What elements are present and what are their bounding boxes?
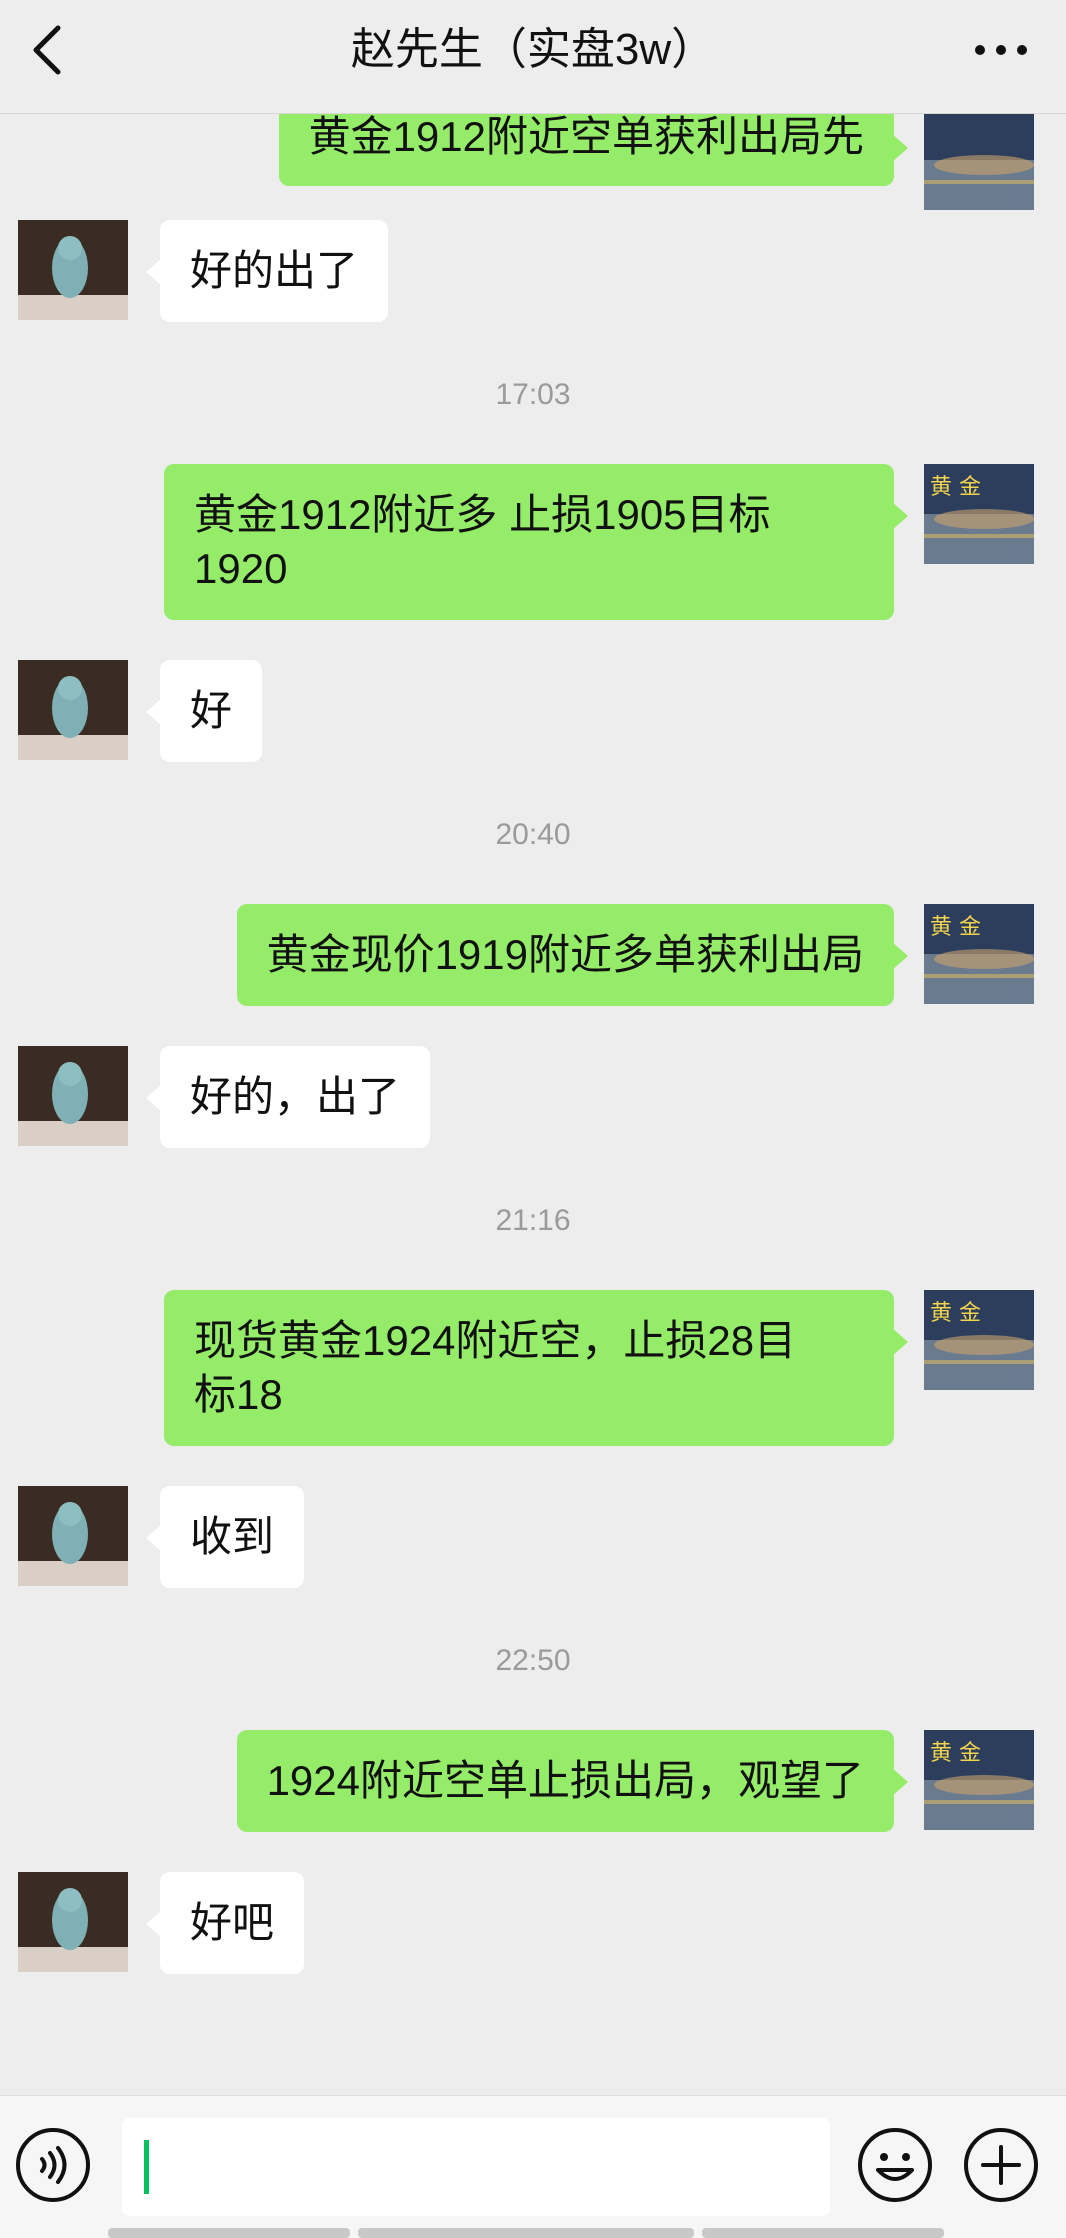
input-bar xyxy=(0,2095,1066,2238)
message-bubble[interactable]: 现货黄金1924附近空，止损28目 标18 xyxy=(164,1290,908,1446)
message-bubble[interactable]: 好 xyxy=(145,660,263,762)
more-dots-icon[interactable] xyxy=(966,24,1036,74)
timestamp: 21:16 xyxy=(495,1204,571,1237)
message-bubble[interactable]: 黄金现价1919附近多单获利出局 xyxy=(236,904,909,1006)
keyboard-suggestion-strip xyxy=(358,2228,694,2238)
contact-avatar[interactable] xyxy=(18,1486,128,1586)
chat-title: 赵先生（实盘3w） xyxy=(350,25,716,74)
svg-text:黄 金: 黄 金 xyxy=(930,1741,981,1766)
my-avatar[interactable]: 黄 金 xyxy=(924,904,1034,1004)
my-avatar[interactable]: 黄 金 xyxy=(924,1730,1034,1830)
emoji-icon[interactable] xyxy=(856,2126,934,2204)
contact-avatar[interactable] xyxy=(18,1872,128,1972)
plus-icon[interactable] xyxy=(962,2126,1040,2204)
svg-text:黄 金: 黄 金 xyxy=(930,1301,981,1326)
message-input[interactable] xyxy=(122,2118,830,2216)
contact-avatar[interactable] xyxy=(18,660,128,760)
contact-avatar[interactable] xyxy=(18,1046,128,1146)
message-bubble[interactable]: 1924附近空单止损出局，观望了 xyxy=(236,1730,909,1832)
chat-area[interactable]: 黄金1912附近空单获利出局先 好的出了 17:03 黄 金 黄金1912附近多… xyxy=(0,0,1066,2095)
voice-icon[interactable] xyxy=(14,2126,92,2204)
keyboard-suggestion-strip xyxy=(108,2228,350,2238)
chat-header: 赵先生（实盘3w） xyxy=(0,0,1066,114)
my-avatar[interactable] xyxy=(924,110,1034,210)
text-caret xyxy=(144,2140,149,2194)
keyboard-suggestion-strip xyxy=(702,2228,944,2238)
message-bubble[interactable]: 黄金1912附近多 止损1905目标 1920 xyxy=(164,464,908,620)
timestamp: 20:40 xyxy=(495,818,571,851)
contact-avatar[interactable] xyxy=(18,220,128,320)
message-bubble[interactable]: 收到 xyxy=(145,1486,305,1588)
timestamp: 17:03 xyxy=(495,378,571,411)
timestamp: 22:50 xyxy=(495,1644,571,1677)
message-bubble[interactable]: 好的，出了 xyxy=(145,1046,431,1148)
svg-text:黄 金: 黄 金 xyxy=(930,915,981,940)
message-bubble[interactable]: 好吧 xyxy=(145,1872,305,1974)
svg-text:黄 金: 黄 金 xyxy=(930,475,981,500)
message-bubble[interactable]: 好的出了 xyxy=(145,220,389,322)
my-avatar[interactable]: 黄 金 xyxy=(924,464,1034,564)
my-avatar[interactable]: 黄 金 xyxy=(924,1290,1034,1390)
